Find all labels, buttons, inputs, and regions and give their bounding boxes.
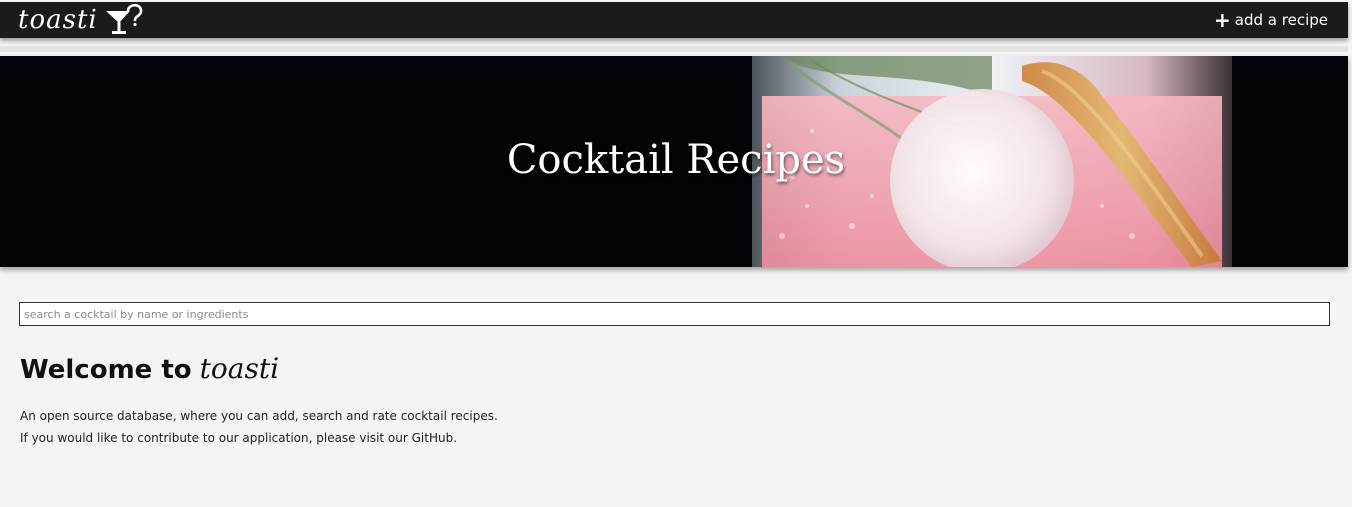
plus-icon: +	[1214, 8, 1231, 32]
hero-banner: Cocktail Recipes	[0, 56, 1348, 267]
brand-logo-text: toasti	[18, 5, 98, 35]
cocktail-glass-icon	[105, 3, 143, 34]
contribute-text-before: If you would like to contribute to our a…	[20, 431, 412, 445]
navbar-divider	[0, 46, 1348, 52]
hero-title: Cocktail Recipes	[506, 136, 846, 183]
brand-home-link[interactable]: toasti	[18, 2, 144, 38]
add-recipe-label: add a recipe	[1234, 11, 1328, 29]
add-recipe-link[interactable]: + add a recipe	[1214, 2, 1328, 38]
search-input[interactable]	[19, 302, 1330, 326]
welcome-brand-name: toasti	[199, 352, 280, 385]
intro-description: An open source database, where you can a…	[20, 409, 498, 423]
top-navbar: toasti + add a recipe	[0, 2, 1348, 38]
welcome-heading: Welcome to toasti	[20, 352, 279, 385]
contribute-text: If you would like to contribute to our a…	[20, 430, 457, 446]
github-link[interactable]: GitHub	[412, 431, 454, 445]
contribute-text-after: .	[453, 431, 458, 445]
welcome-prefix: Welcome to	[20, 355, 192, 385]
